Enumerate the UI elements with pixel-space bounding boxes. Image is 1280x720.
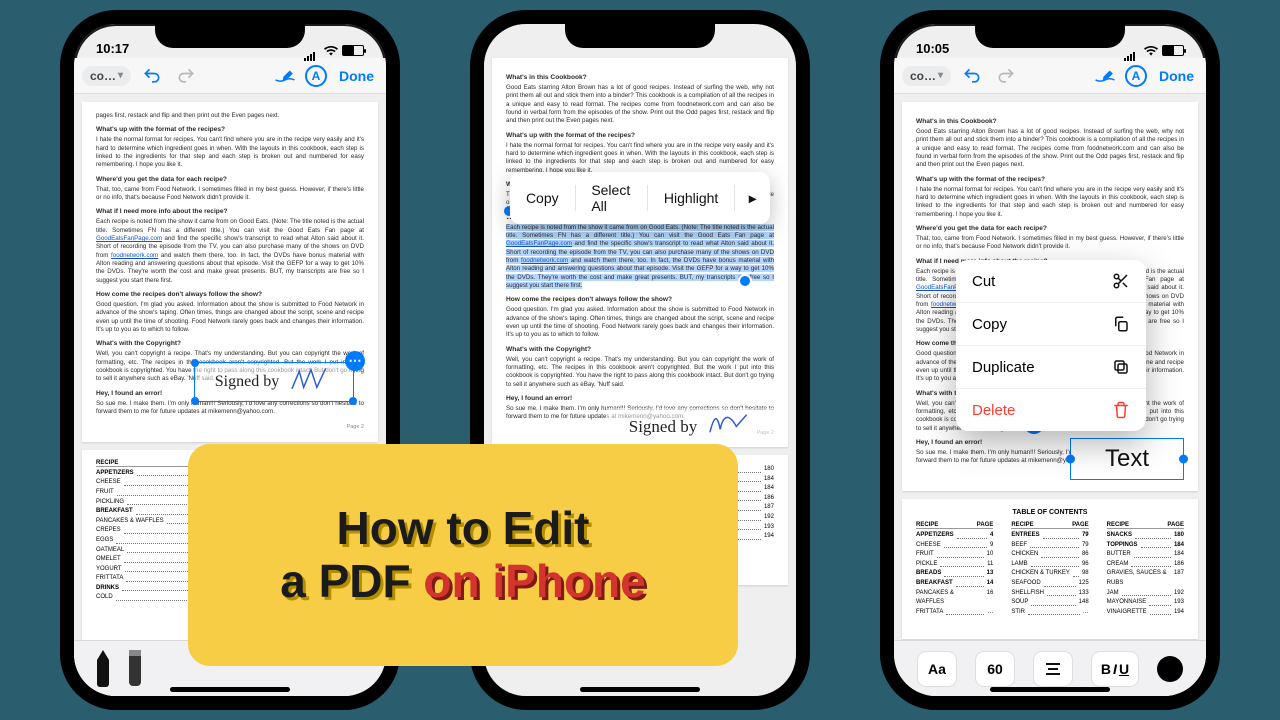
pen-tool[interactable]: [92, 650, 114, 688]
phone-text-annotation: 10:05 co…▾ A Done What's in this Cookboo…: [880, 10, 1220, 710]
font-button[interactable]: Aa: [917, 651, 957, 687]
annotation-context-menu: Cut Copy Duplicate Delete: [956, 260, 1146, 431]
banner-l1: How to Edit: [337, 502, 590, 554]
title-banner: How to Edit a PDF on iPhone: [188, 444, 738, 666]
wifi-icon: [324, 46, 338, 56]
redo-button[interactable]: [173, 63, 199, 89]
redo-button[interactable]: [993, 63, 1019, 89]
pdf-page-2: TABLE OF CONTENTS RECIPEPAGEAPPETIZERS4C…: [902, 499, 1198, 639]
notch: [565, 22, 715, 48]
delete-menu-item[interactable]: Delete: [956, 389, 1146, 431]
color-swatch-button[interactable]: [1157, 656, 1183, 682]
home-indicator: [990, 687, 1110, 692]
undo-button[interactable]: [139, 63, 165, 89]
undo-button[interactable]: [959, 63, 985, 89]
signature-label: Signed by: [629, 417, 697, 437]
document-viewport[interactable]: What's in this Cookbook?Good Eats starri…: [894, 94, 1206, 696]
banner-l2a: a PDF: [280, 555, 423, 607]
signature-scribble-icon: [707, 409, 751, 446]
notch: [155, 22, 305, 48]
marker-tool[interactable]: [124, 650, 146, 688]
scissors-icon: [1112, 272, 1130, 290]
highlight-menu-item[interactable]: Highlight: [648, 180, 734, 216]
battery-icon: [342, 45, 364, 56]
text-selection-menu: Copy Select All Highlight ▸: [510, 172, 770, 224]
trash-icon: [1112, 401, 1130, 419]
cut-menu-item[interactable]: Cut: [956, 260, 1146, 303]
markup-pen-icon[interactable]: [273, 67, 297, 85]
battery-icon: [1162, 45, 1184, 56]
document-picker[interactable]: co…▾: [82, 66, 131, 86]
copy-menu-item[interactable]: Copy: [956, 303, 1146, 346]
duplicate-menu-item[interactable]: Duplicate: [956, 346, 1146, 389]
annotation-tool-icon[interactable]: A: [305, 65, 327, 87]
style-biu-button[interactable]: BIU: [1091, 651, 1139, 687]
select-all-menu-item[interactable]: Select All: [575, 172, 647, 224]
document-picker[interactable]: co…▾: [902, 66, 951, 86]
wifi-icon: [1144, 46, 1158, 56]
home-indicator: [580, 687, 700, 692]
signature-scribble-icon: [289, 364, 333, 401]
annotation-menu-icon[interactable]: ⋯: [345, 351, 365, 371]
signature-annotation[interactable]: ⋯ Signed by: [194, 362, 354, 402]
copy-menu-item[interactable]: Copy: [510, 180, 575, 216]
chevron-down-icon: ▾: [118, 70, 123, 81]
copy-icon: [1112, 315, 1130, 333]
pdf-page-1: What's in this Cookbook?Good Eats starri…: [492, 58, 788, 447]
markup-toolbar: co…▾ A Done: [894, 58, 1206, 94]
signature-annotation[interactable]: Signed by: [606, 408, 774, 446]
status-time: 10:17: [96, 41, 129, 56]
annotation-tool-icon[interactable]: A: [1125, 65, 1147, 87]
home-indicator: [170, 687, 290, 692]
done-button[interactable]: Done: [1155, 68, 1198, 84]
chevron-down-icon: ▾: [938, 70, 943, 81]
more-menu-item[interactable]: ▸: [735, 180, 770, 217]
align-button[interactable]: [1033, 651, 1073, 687]
font-size-button[interactable]: 60: [975, 651, 1015, 687]
text-value: Text: [1105, 445, 1149, 472]
duplicate-icon: [1112, 358, 1130, 376]
cellular-icon: [1124, 46, 1140, 56]
signature-label: Signed by: [215, 373, 279, 391]
cellular-icon: [304, 46, 320, 56]
banner-l2b: on iPhone: [423, 555, 645, 607]
markup-toolbar: co…▾ A Done: [74, 58, 386, 94]
selection-end-handle[interactable]: [740, 276, 750, 286]
text-annotation[interactable]: Text: [1070, 438, 1184, 480]
status-time: 10:05: [916, 41, 949, 56]
notch: [975, 22, 1125, 48]
done-button[interactable]: Done: [335, 68, 378, 84]
markup-pen-icon[interactable]: [1093, 67, 1117, 85]
